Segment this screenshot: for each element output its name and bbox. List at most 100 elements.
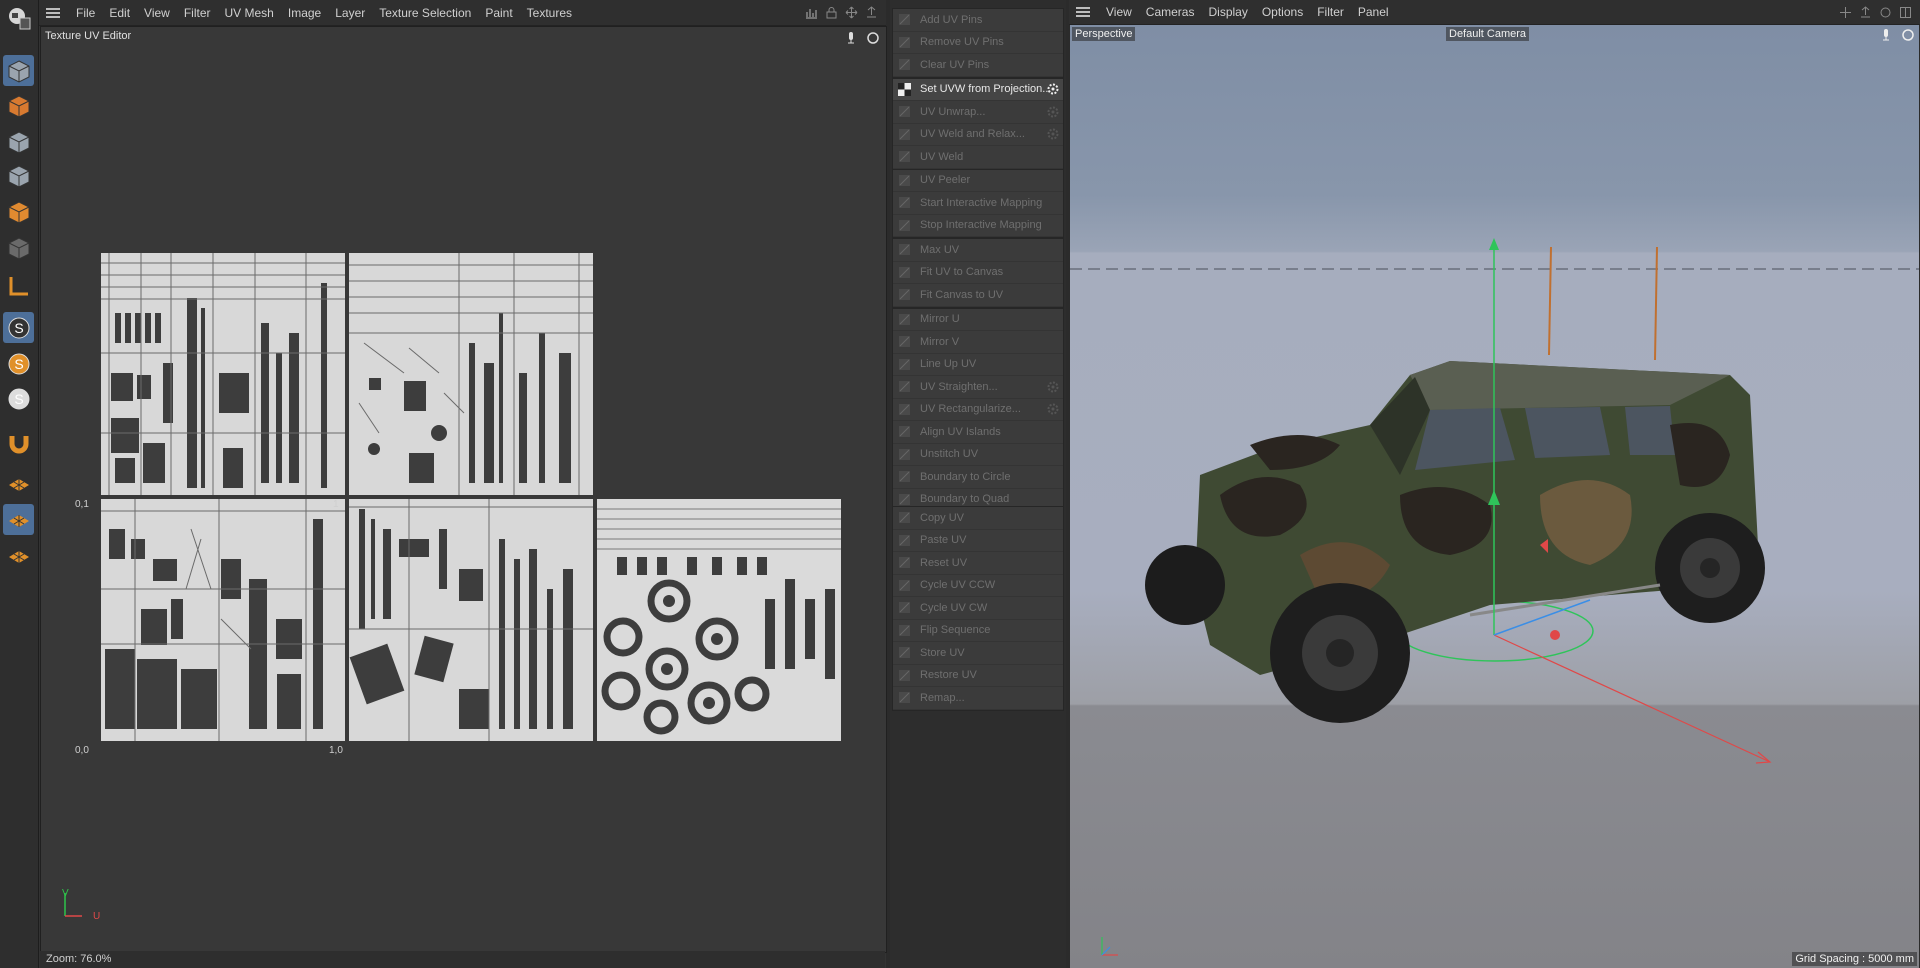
cmd-uv-straighten[interactable]: UV Straighten... xyxy=(893,376,1063,399)
store-uv-icon xyxy=(898,646,911,659)
uv-commands-panel: Add UV Pins Remove UV Pins Clear UV Pins Se… xyxy=(890,0,1066,968)
cmd-uv-unwrap[interactable]: UV Unwrap... xyxy=(893,101,1063,124)
uv-menu-file[interactable]: File xyxy=(69,6,102,20)
cmd-remap[interactable]: Remap... xyxy=(893,687,1063,710)
points-mode-icon[interactable] xyxy=(3,126,34,157)
cmd-flip-sequence[interactable]: Flip Sequence xyxy=(893,620,1063,642)
vp-menu-display[interactable]: Display xyxy=(1201,5,1254,19)
command-label: Remove UV Pins xyxy=(920,36,1004,49)
cmd-set-uvw-from-projection[interactable]: Set UVW from Projection... xyxy=(893,78,1063,101)
cmd-uv-rectangularize[interactable]: UV Rectangularize... xyxy=(893,399,1063,421)
uv-menu-textures[interactable]: Textures xyxy=(520,6,579,20)
vp-zoom-icon[interactable] xyxy=(1859,5,1872,19)
magnet-icon[interactable] xyxy=(3,427,34,458)
workplane-icon[interactable] xyxy=(3,468,34,499)
cmd-paste-uv[interactable]: Paste UV xyxy=(893,530,1063,552)
grid-snap-icon[interactable] xyxy=(3,504,34,535)
snap-3d-icon[interactable]: S xyxy=(3,383,34,414)
cmd-boundary-to-circle[interactable]: Boundary to Circle xyxy=(893,466,1063,489)
locked-workplane-icon[interactable] xyxy=(3,540,34,571)
uv-menu-texture-selection[interactable]: Texture Selection xyxy=(372,6,478,20)
polygons-mode-icon[interactable] xyxy=(3,196,34,227)
cube-model-mode-icon[interactable] xyxy=(3,55,34,86)
vp-menu-filter[interactable]: Filter xyxy=(1310,5,1351,19)
vp-layout-icon[interactable] xyxy=(1899,6,1912,19)
uv-menu-filter[interactable]: Filter xyxy=(177,6,218,20)
app-logo-icon[interactable] xyxy=(3,2,34,33)
uv-menu-paint[interactable]: Paint xyxy=(478,6,519,20)
cmd-start-interactive-mapping[interactable]: Start Interactive Mapping xyxy=(893,192,1063,215)
texture-checker-mode-icon[interactable] xyxy=(3,90,34,121)
scale-view-icon[interactable] xyxy=(865,6,878,19)
vp-move-icon[interactable] xyxy=(1839,6,1852,19)
uv-menu-layer[interactable]: Layer xyxy=(328,6,372,20)
cmd-fit-canvas-to-uv[interactable]: Fit Canvas to UV xyxy=(893,284,1063,307)
cmd-restore-uv[interactable]: Restore UV xyxy=(893,665,1063,687)
cmd-copy-uv[interactable]: Copy UV xyxy=(893,507,1063,530)
uv-tile-0-1[interactable] xyxy=(101,253,345,495)
cmd-remove-uv-pins[interactable]: Remove UV Pins xyxy=(893,32,1063,54)
pin-clear-icon xyxy=(898,58,911,71)
move-view-icon[interactable] xyxy=(845,6,858,19)
microphone-icon[interactable] xyxy=(844,31,858,48)
vp-microphone-icon[interactable] xyxy=(1879,28,1893,45)
gear-icon[interactable] xyxy=(1047,83,1059,95)
uv-menu-edit[interactable]: Edit xyxy=(102,6,137,20)
edges-mode-icon[interactable] xyxy=(3,160,34,191)
cmd-uv-weld[interactable]: UV Weld xyxy=(893,146,1063,169)
uv-mode-icon[interactable] xyxy=(3,232,34,263)
histogram-icon[interactable] xyxy=(805,6,818,19)
command-label: Store UV xyxy=(920,646,965,659)
uv-canvas[interactable]: Texture UV Editor 0,1 1 0,0 1,0 V U xyxy=(40,26,887,953)
camera-name-label[interactable]: Default Camera xyxy=(1446,27,1530,41)
cmd-line-up-uv[interactable]: Line Up UV xyxy=(893,354,1063,376)
cmd-max-uv[interactable]: Max UV xyxy=(893,239,1063,262)
uv-tile-1-0[interactable] xyxy=(349,499,593,741)
gear-icon[interactable] xyxy=(1047,128,1059,140)
command-label: Flip Sequence xyxy=(920,624,991,637)
vp-refresh-icon[interactable] xyxy=(1901,28,1915,45)
uv-islands xyxy=(101,499,345,741)
gear-icon[interactable] xyxy=(1047,106,1059,118)
vp-menu-cameras[interactable]: Cameras xyxy=(1139,5,1202,19)
viewport-panel-menu-icon[interactable] xyxy=(1076,7,1090,17)
cmd-uv-weld-and-relax[interactable]: UV Weld and Relax... xyxy=(893,124,1063,146)
uv-menu-image[interactable]: Image xyxy=(281,6,328,20)
uv-menu-uv-mesh[interactable]: UV Mesh xyxy=(218,6,281,20)
cmd-mirror-u[interactable]: Mirror U xyxy=(893,309,1063,331)
3d-viewport[interactable]: Perspective Default Camera Grid Spacing … xyxy=(1070,25,1919,968)
view-name-label[interactable]: Perspective xyxy=(1072,27,1136,41)
uv-tile-2-0[interactable] xyxy=(597,499,841,741)
panel-menu-icon[interactable] xyxy=(46,7,60,18)
axis-mode-icon[interactable] xyxy=(3,270,34,301)
command-label: UV Unwrap... xyxy=(920,105,986,118)
snap-settings-icon[interactable]: S xyxy=(3,348,34,379)
cmd-add-uv-pins[interactable]: Add UV Pins xyxy=(893,9,1063,32)
reset-uv-icon xyxy=(898,556,911,569)
cmd-unstitch-uv[interactable]: Unstitch UV xyxy=(893,444,1063,466)
snap-icon[interactable]: S xyxy=(3,312,34,343)
flip-sequence-icon xyxy=(898,624,911,637)
refresh-icon[interactable] xyxy=(866,31,880,48)
cmd-fit-uv-to-canvas[interactable]: Fit UV to Canvas xyxy=(893,262,1063,284)
cmd-clear-uv-pins[interactable]: Clear UV Pins xyxy=(893,54,1063,77)
cmd-mirror-v[interactable]: Mirror V xyxy=(893,331,1063,354)
cmd-cycle-uv-cw[interactable]: Cycle UV CW xyxy=(893,597,1063,620)
command-label: UV Peeler xyxy=(920,174,971,187)
lock-icon[interactable] xyxy=(825,6,838,19)
vp-menu-options[interactable]: Options xyxy=(1255,5,1310,19)
gear-icon[interactable] xyxy=(1047,403,1059,415)
cmd-cycle-uv-ccw[interactable]: Cycle UV CCW xyxy=(893,575,1063,597)
cmd-uv-peeler[interactable]: UV Peeler xyxy=(893,170,1063,192)
uv-tile-1-1[interactable] xyxy=(349,253,593,495)
vp-menu-panel[interactable]: Panel xyxy=(1351,5,1396,19)
uv-menu-view[interactable]: View xyxy=(137,6,177,20)
gear-icon[interactable] xyxy=(1047,381,1059,393)
cmd-store-uv[interactable]: Store UV xyxy=(893,642,1063,665)
cmd-align-uv-islands[interactable]: Align UV Islands xyxy=(893,421,1063,444)
cmd-stop-interactive-mapping[interactable]: Stop Interactive Mapping xyxy=(893,215,1063,237)
vp-rotate-icon[interactable] xyxy=(1879,6,1892,19)
uv-tile-0-0[interactable] xyxy=(101,499,345,741)
cmd-reset-uv[interactable]: Reset UV xyxy=(893,552,1063,575)
vp-menu-view[interactable]: View xyxy=(1099,5,1139,19)
